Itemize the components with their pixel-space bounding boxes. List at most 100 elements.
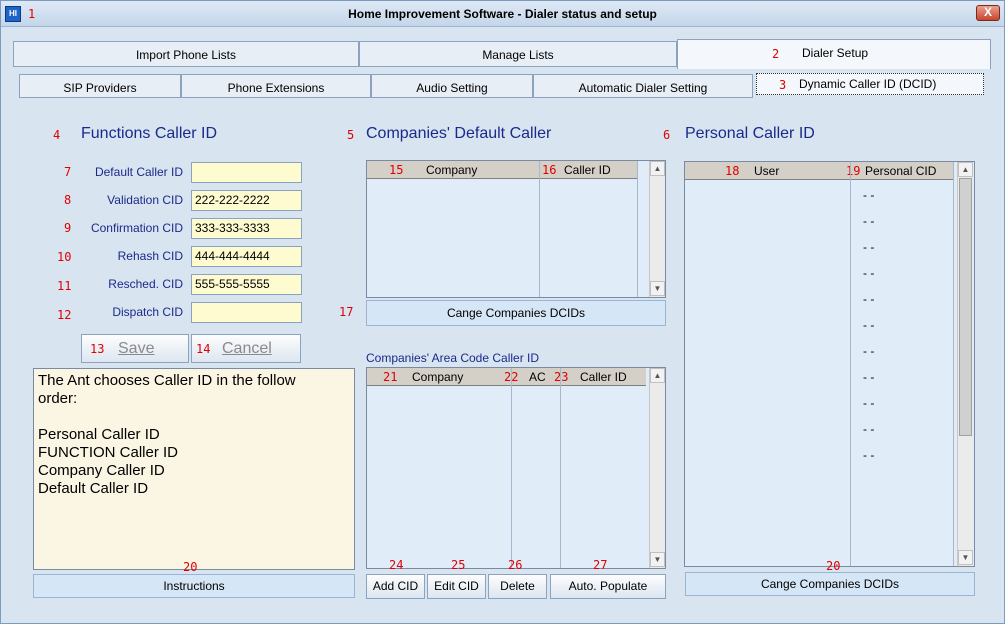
personal-heading: Personal Caller ID [685, 125, 815, 142]
table-row[interactable]: - - [863, 266, 874, 280]
marker: 27 [593, 558, 608, 572]
column-divider [560, 368, 561, 568]
table-row[interactable]: - - [863, 188, 874, 202]
vertical-scrollbar[interactable]: ▲ ▼ [649, 161, 665, 297]
col-personal-cid-header[interactable]: Personal CID [865, 164, 936, 178]
table-row[interactable]: - - [863, 292, 874, 306]
instructions-line: Default Caller ID [38, 480, 149, 497]
confirmation-cid-field[interactable]: 333-333-3333 [191, 218, 302, 239]
col-ac-header[interactable]: AC [529, 370, 546, 384]
tab-phone-extensions[interactable]: Phone Extensions [181, 74, 371, 98]
marker: 8 [64, 193, 72, 207]
marker: 19 [846, 164, 861, 178]
tab-sip-providers[interactable]: SIP Providers [19, 74, 181, 98]
dispatch-cid-field[interactable] [191, 302, 302, 323]
marker: 17 [339, 305, 354, 319]
save-button[interactable]: 13 Save [81, 334, 189, 363]
confirmation-cid-label: Confirmation CID [90, 221, 183, 235]
companies-default-grid[interactable]: 15 Company 16 Caller ID ▲ ▼ [366, 160, 666, 298]
marker: 15 [389, 163, 404, 177]
marker: 24 [389, 558, 404, 572]
tab-dialer-setup[interactable]: 2 Dialer Setup [677, 39, 991, 69]
col-callerid-header[interactable]: Caller ID [564, 163, 611, 177]
instructions-button[interactable]: Instructions [33, 574, 355, 598]
main-window: HI 1 Home Improvement Software - Dialer … [0, 0, 1005, 624]
marker: 14 [196, 342, 211, 356]
cancel-button[interactable]: 14 Cancel [191, 334, 301, 363]
table-row[interactable]: - - [863, 318, 874, 332]
tab-dialer-setup-label: Dialer Setup [802, 46, 869, 60]
instructions-line: Personal Caller ID [38, 426, 160, 443]
resched-cid-field[interactable]: 555-555-5555 [191, 274, 302, 295]
marker: 11 [57, 279, 72, 293]
area-code-grid[interactable]: 21 Company 22 AC 23 Caller ID ▲ ▼ 24 25 … [366, 367, 666, 572]
resched-cid-label: Resched. CID [108, 277, 183, 291]
auto-populate-button[interactable]: Auto. Populate [550, 574, 666, 599]
scroll-down-icon[interactable]: ▼ [650, 552, 665, 567]
marker: 13 [90, 342, 105, 356]
marker: 6 [663, 128, 671, 142]
column-divider [850, 162, 851, 566]
marker: 4 [53, 128, 61, 142]
marker: 18 [725, 164, 740, 178]
personal-grid[interactable]: 18 User 19 Personal CID - - - - - - - - … [684, 161, 975, 567]
marker: 16 [542, 163, 557, 177]
edit-cid-button[interactable]: Edit CID [427, 574, 486, 599]
tab-audio-setting[interactable]: Audio Setting [371, 74, 533, 98]
rehash-cid-label: Rehash CID [117, 249, 183, 263]
scroll-down-icon[interactable]: ▼ [650, 281, 665, 296]
tab-dcid-label: Dynamic Caller ID (DCID) [799, 77, 937, 91]
scroll-up-icon[interactable]: ▲ [650, 161, 665, 176]
cancel-button-label: Cancel [222, 340, 272, 357]
column-divider [539, 161, 540, 297]
tab-manage-lists[interactable]: Manage Lists [359, 41, 677, 67]
change-personal-dcids-button[interactable]: Cange Companies DCIDs [685, 572, 975, 596]
vertical-scrollbar[interactable]: ▲ ▼ [957, 162, 973, 566]
table-row[interactable]: - - [863, 396, 874, 410]
scroll-up-icon[interactable]: ▲ [958, 162, 973, 177]
marker: 25 [451, 558, 466, 572]
table-row[interactable]: - - [863, 370, 874, 384]
marker: 9 [64, 221, 72, 235]
rehash-cid-field[interactable]: 444-444-4444 [191, 246, 302, 267]
title-bar: HI 1 Home Improvement Software - Dialer … [1, 1, 1004, 27]
instructions-line: FUNCTION Caller ID [38, 444, 179, 461]
default-cid-field[interactable] [191, 162, 302, 183]
col-callerid-header[interactable]: Caller ID [580, 370, 627, 384]
tab-dynamic-caller-id[interactable]: 3 Dynamic Caller ID (DCID) [756, 73, 984, 95]
col-company-header[interactable]: Company [426, 163, 477, 177]
tab-import-phone-lists[interactable]: Import Phone Lists [13, 41, 359, 67]
scroll-down-icon[interactable]: ▼ [958, 550, 973, 565]
delete-button[interactable]: Delete [488, 574, 547, 599]
tab-automatic-dialer-setting[interactable]: Automatic Dialer Setting [533, 74, 753, 98]
marker: 2 [772, 47, 780, 61]
marker: 7 [64, 165, 72, 179]
col-user-header[interactable]: User [754, 164, 779, 178]
scroll-up-icon[interactable]: ▲ [650, 368, 665, 383]
validation-cid-field[interactable]: 222-222-2222 [191, 190, 302, 211]
instructions-line: Company Caller ID [38, 462, 165, 479]
scroll-thumb[interactable] [959, 178, 972, 436]
grid-header: 15 Company 16 Caller ID [367, 161, 638, 179]
grid-header: 18 User 19 Personal CID [685, 162, 954, 180]
table-row[interactable]: - - [863, 448, 874, 462]
instructions-text-box[interactable]: The Ant chooses Caller ID in the follow … [33, 368, 355, 570]
grid-header: 21 Company 22 AC 23 Caller ID [367, 368, 646, 386]
add-cid-button[interactable]: Add CID [366, 574, 425, 599]
save-button-label: Save [118, 340, 155, 357]
table-row[interactable]: - - [863, 422, 874, 436]
table-row[interactable]: - - [863, 344, 874, 358]
column-divider [511, 368, 512, 568]
marker: 20 [826, 559, 841, 573]
marker: 21 [383, 370, 398, 384]
column-divider [637, 161, 638, 297]
close-button[interactable]: X [976, 5, 1000, 21]
table-row[interactable]: - - [863, 240, 874, 254]
marker: 12 [57, 308, 72, 322]
window-title: Home Improvement Software - Dialer statu… [348, 7, 657, 21]
col-company-header[interactable]: Company [412, 370, 463, 384]
table-row[interactable]: - - [863, 214, 874, 228]
vertical-scrollbar[interactable]: ▲ ▼ [649, 368, 665, 568]
change-companies-dcids-button[interactable]: Cange Companies DCIDs [366, 300, 666, 326]
companies-default-heading: Companies' Default Caller [366, 125, 552, 142]
